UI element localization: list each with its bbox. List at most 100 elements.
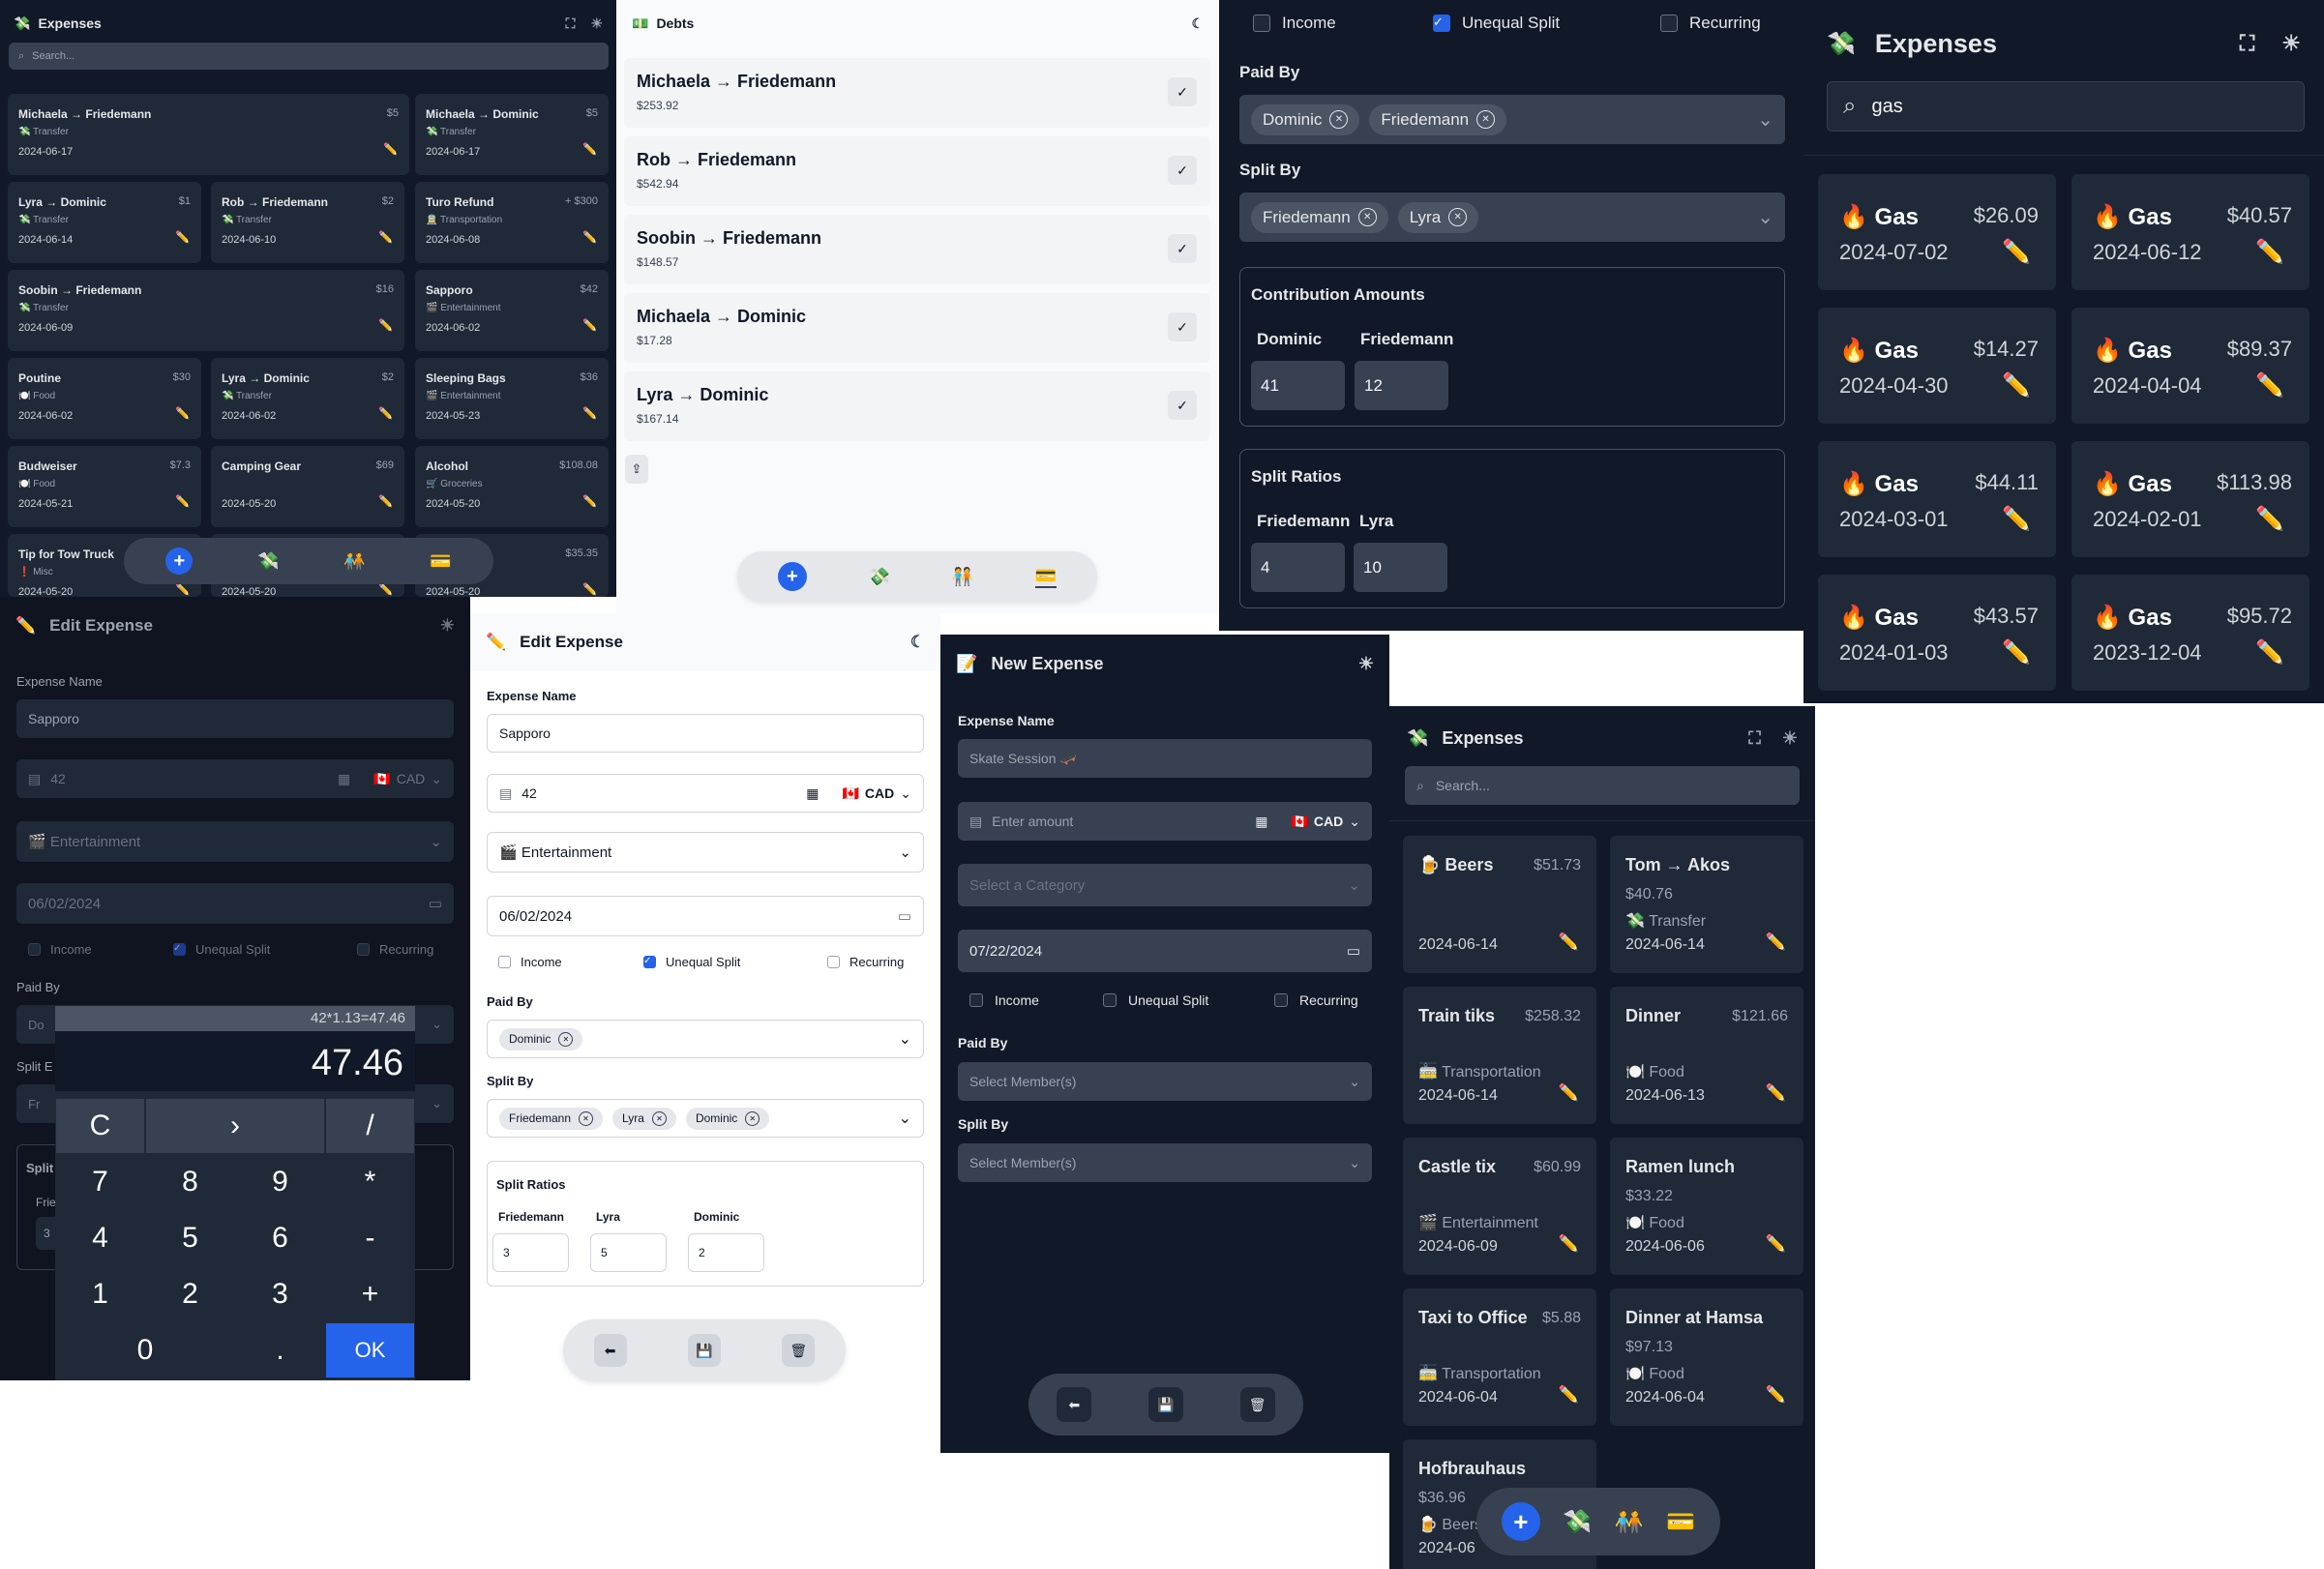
member-chip[interactable]: Friedemann ✕ bbox=[1251, 201, 1388, 233]
sun-icon[interactable]: ☀ bbox=[1782, 728, 1798, 749]
pencil-icon[interactable]: ✏️ bbox=[2002, 371, 2031, 400]
expense-card[interactable]: Tom → Akos $40.76 💸 Transfer 2024-06-14 ✏️ bbox=[1610, 836, 1803, 973]
split-by-select[interactable]: Friedemann ✕ Lyra ✕ Dominic ✕ ⌄ bbox=[487, 1099, 924, 1138]
expense-card[interactable]: 🔥 Gas $44.11 2024-03-01 ✏️ bbox=[1818, 441, 2056, 557]
expense-card[interactable]: Sapporo $42 🎬 Entertainment 2024-06-02 ✏️ bbox=[415, 270, 609, 351]
settle-check-button[interactable]: ✓ bbox=[1168, 391, 1197, 420]
currency-select[interactable]: CAD bbox=[1314, 814, 1343, 829]
remove-member-icon[interactable]: ✕ bbox=[1357, 208, 1377, 226]
currency-select[interactable]: CAD bbox=[397, 771, 426, 786]
people-nav-icon[interactable]: 🧑‍🤝‍🧑 bbox=[1615, 1508, 1644, 1536]
delete-button[interactable]: 🗑 bbox=[782, 1334, 816, 1367]
plus-key[interactable]: + bbox=[326, 1267, 414, 1321]
pencil-icon[interactable]: ✏️ bbox=[378, 406, 393, 420]
pencil-icon[interactable]: ✏️ bbox=[1559, 1083, 1579, 1103]
expense-card[interactable]: Ramen lunch $33.22 🍽️ Food 2024-06-06 ✏️ bbox=[1610, 1138, 1803, 1275]
expense-card[interactable]: Budweiser $7.3 🍽️ Food 2024-05-21 ✏️ bbox=[8, 446, 201, 527]
expand-icon[interactable]: ⛶ bbox=[566, 15, 576, 32]
calculator-icon[interactable]: ▦ bbox=[338, 771, 350, 787]
expenses-nav-icon[interactable]: 💸 bbox=[869, 567, 890, 587]
amount-field[interactable]: ▤ Enter amount ▦ 🇨🇦 CAD ⌄ bbox=[958, 802, 1372, 841]
remove-member-icon[interactable]: ✕ bbox=[1448, 208, 1468, 226]
pencil-icon[interactable]: ✏️ bbox=[2002, 638, 2031, 666]
remove-member-icon[interactable]: ✕ bbox=[558, 1031, 574, 1047]
pencil-icon[interactable]: ✏️ bbox=[378, 230, 393, 244]
member-chip[interactable]: Friedemann ✕ bbox=[1369, 104, 1507, 135]
recurring-checkbox[interactable]: Recurring bbox=[1660, 14, 1761, 33]
backspace-key[interactable]: › bbox=[146, 1099, 324, 1153]
share-button[interactable]: ⇪ bbox=[625, 455, 648, 484]
amount-field[interactable]: ▤ 42 ▦ 🇨🇦 CAD ⌄ bbox=[487, 774, 924, 813]
minus-key[interactable]: - bbox=[326, 1211, 414, 1265]
eight-key[interactable]: 8 bbox=[146, 1155, 234, 1209]
two-key[interactable]: 2 bbox=[146, 1267, 234, 1321]
expense-card[interactable]: Lyra → Dominic $1 💸 Transfer 2024-06-14 ✏️ bbox=[8, 182, 201, 263]
add-expense-button[interactable]: + bbox=[1501, 1502, 1540, 1541]
pencil-icon[interactable]: ✏️ bbox=[175, 406, 190, 420]
settle-check-button[interactable]: ✓ bbox=[1168, 77, 1197, 106]
expense-name-field[interactable]: Sapporo bbox=[487, 714, 924, 753]
category-select[interactable]: 🎬 Entertainment ⌄ bbox=[487, 832, 924, 873]
moon-icon[interactable]: ☾ bbox=[1191, 15, 1204, 32]
expense-card[interactable]: 🍺 Beers $51.73 2024-06-14 ✏️ bbox=[1403, 836, 1596, 973]
six-key[interactable]: 6 bbox=[236, 1211, 324, 1265]
people-nav-icon[interactable]: 🧑‍🤝‍🧑 bbox=[952, 567, 973, 587]
search-input[interactable]: ⌕ Search... bbox=[1405, 766, 1800, 805]
settle-check-button[interactable]: ✓ bbox=[1168, 234, 1197, 263]
sun-icon[interactable]: ☀ bbox=[590, 15, 603, 32]
add-expense-button[interactable]: + bbox=[165, 548, 194, 575]
back-button[interactable]: ⬅ bbox=[1057, 1387, 1092, 1422]
income-checkbox[interactable]: Income bbox=[28, 942, 92, 957]
income-checkbox[interactable]: Income bbox=[969, 992, 1039, 1008]
amount-input[interactable]: 12 bbox=[1355, 361, 1448, 410]
currency-select[interactable]: CAD bbox=[865, 785, 894, 801]
expand-icon[interactable]: ⛶ bbox=[1748, 728, 1761, 749]
pencil-icon[interactable]: ✏️ bbox=[2002, 505, 2031, 533]
debts-nav-icon[interactable]: 💳 bbox=[1034, 566, 1058, 588]
pencil-icon[interactable]: ✏️ bbox=[2002, 238, 2031, 266]
income-checkbox[interactable]: Income bbox=[498, 955, 562, 969]
one-key[interactable]: 1 bbox=[56, 1267, 144, 1321]
expense-name-field[interactable]: Skate Session 🛹 bbox=[958, 739, 1372, 778]
people-nav-icon[interactable]: 🧑‍🤝‍🧑 bbox=[343, 551, 365, 572]
amount-input[interactable]: 3 bbox=[492, 1233, 569, 1272]
amount-input[interactable]: 10 bbox=[1354, 543, 1447, 592]
expense-card[interactable]: 🔥 Gas $89.37 2024-04-04 ✏️ bbox=[2071, 308, 2309, 424]
expense-card[interactable]: Michaela → Friedemann $5 💸 Transfer 2024-06… bbox=[8, 94, 409, 175]
income-checkbox[interactable]: Income bbox=[1253, 14, 1336, 33]
remove-member-icon[interactable]: ✕ bbox=[1476, 110, 1496, 129]
divide-key[interactable]: / bbox=[326, 1099, 414, 1153]
calculator-icon[interactable]: ▦ bbox=[1255, 814, 1267, 830]
expenses-nav-icon[interactable]: 💸 bbox=[1563, 1508, 1592, 1536]
unequal-split-checkbox[interactable]: Unequal Split bbox=[1103, 992, 1208, 1008]
moon-icon[interactable]: ☾ bbox=[910, 633, 925, 652]
debts-nav-icon[interactable]: 💳 bbox=[430, 551, 451, 572]
expense-card[interactable]: 🔥 Gas $43.57 2024-01-03 ✏️ bbox=[1818, 575, 2056, 691]
pencil-icon[interactable]: ✏️ bbox=[1766, 1234, 1786, 1254]
pencil-icon[interactable]: ✏️ bbox=[582, 142, 597, 156]
clear-key[interactable]: C bbox=[56, 1099, 144, 1153]
expense-card[interactable]: Dinner $121.66 🍽️ Food 2024-06-13 ✏️ bbox=[1610, 987, 1803, 1124]
search-input[interactable]: ⌕ gas bbox=[1827, 81, 2305, 132]
expenses-nav-icon[interactable]: 💸 bbox=[257, 551, 279, 572]
member-chip[interactable]: Dominic ✕ bbox=[1251, 104, 1360, 135]
expense-card[interactable]: 🔥 Gas $40.57 2024-06-12 ✏️ bbox=[2071, 174, 2309, 290]
search-value[interactable]: gas bbox=[1871, 96, 1902, 118]
pencil-icon[interactable]: ✏️ bbox=[2255, 638, 2284, 666]
pencil-icon[interactable]: ✏️ bbox=[1766, 1083, 1786, 1103]
debts-nav-icon[interactable]: 💳 bbox=[1666, 1508, 1695, 1536]
sun-icon[interactable]: ☀ bbox=[1358, 654, 1374, 674]
amount-field[interactable]: ▤ 42 ▦ 🇨🇦 CAD ⌄ bbox=[16, 759, 454, 798]
add-expense-button[interactable]: + bbox=[777, 562, 807, 591]
pencil-icon[interactable]: ✏️ bbox=[378, 318, 393, 332]
sun-icon[interactable]: ☀ bbox=[440, 616, 455, 636]
paid-by-select[interactable]: Dominic ✕ ⌄ bbox=[487, 1020, 924, 1058]
expense-card[interactable]: Dinner at Hamsa $97.13 🍽️ Food 2024-06-04 ✏️ bbox=[1610, 1288, 1803, 1426]
expense-card[interactable]: Turo Refund + $300 🚊 Transportation 2024-06… bbox=[415, 182, 609, 263]
three-key[interactable]: 3 bbox=[236, 1267, 324, 1321]
four-key[interactable]: 4 bbox=[56, 1211, 144, 1265]
decimal-key[interactable]: . bbox=[236, 1323, 324, 1377]
remove-member-icon[interactable]: ✕ bbox=[745, 1110, 760, 1126]
delete-button[interactable]: 🗑 bbox=[1239, 1387, 1275, 1422]
pencil-icon[interactable]: ✏️ bbox=[175, 582, 190, 596]
